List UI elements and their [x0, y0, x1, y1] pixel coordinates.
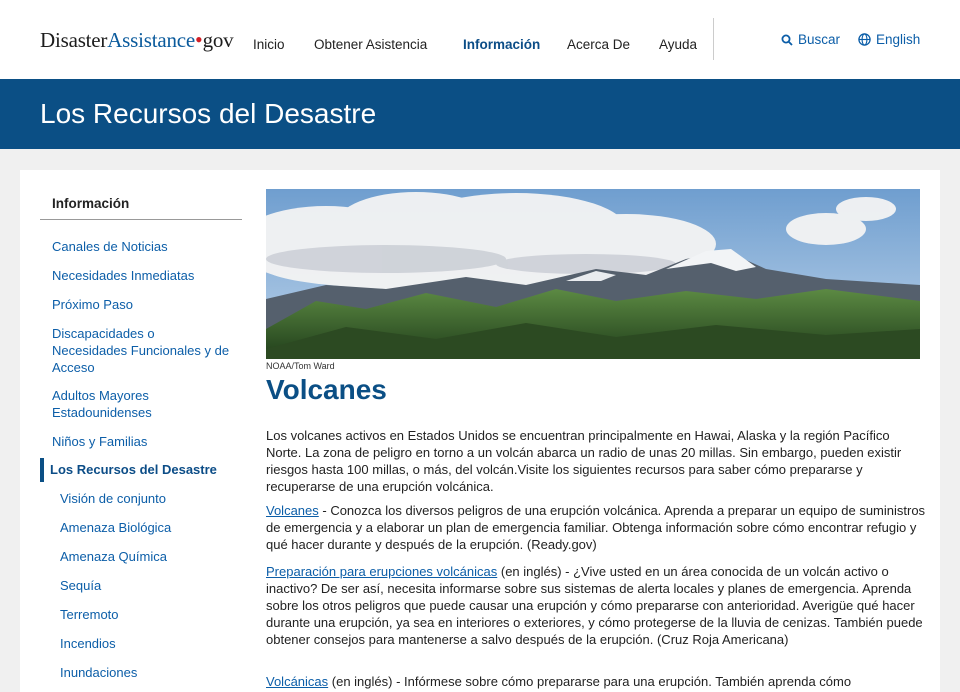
volcano-landscape-photo	[266, 189, 920, 359]
resource-description: (en inglés) - Infórmese sobre cómo prepa…	[328, 674, 852, 689]
photo-credit: NOAA/Tom Ward	[266, 361, 335, 371]
sidebar-subitem-incendios[interactable]: Incendios	[60, 635, 116, 652]
site-header: DisasterAssistance•gov Inicio Obtener As…	[0, 0, 960, 79]
sidebar-item-canales[interactable]: Canales de Noticias	[52, 238, 232, 255]
nav-obtener-asistencia[interactable]: Obtener Asistencia	[314, 37, 427, 52]
nav-informacion[interactable]: Información	[463, 37, 540, 52]
resource-link-volcanicas[interactable]: Volcánicas	[266, 674, 328, 689]
section-title: Volcanes	[266, 374, 387, 405]
resource-item: Volcanes - Conozca los diversos peligros…	[266, 502, 926, 553]
site-logo[interactable]: DisasterAssistance•gov	[40, 27, 234, 53]
resource-item: Preparación para erupciones volcánicas (…	[266, 563, 926, 648]
logo-dot: •	[195, 27, 203, 52]
sidebar-item-adultos-mayores[interactable]: Adultos Mayores Estadounidenses	[52, 387, 202, 421]
nav-ayuda[interactable]: Ayuda	[659, 37, 697, 52]
resource-item: Volcánicas (en inglés) - Infórmese sobre…	[266, 673, 926, 690]
globe-icon	[858, 33, 871, 46]
sidebar-title: Información	[52, 196, 130, 211]
search-icon	[781, 34, 793, 46]
nav-divider	[713, 18, 714, 60]
language-link[interactable]: English	[858, 32, 920, 47]
resource-description: - Conozca los diversos peligros de una e…	[266, 503, 926, 552]
sidebar-item-discapacidades[interactable]: Discapacidades o Necesidades Funcionales…	[52, 325, 230, 376]
page-banner: Los Recursos del Desastre	[0, 79, 960, 149]
page-title: Los Recursos del Desastre	[40, 98, 377, 129]
sidebar-item-ninos[interactable]: Niños y Familias	[52, 433, 232, 450]
logo-gov: gov	[202, 28, 234, 52]
sidebar-item-recursos[interactable]: Los Recursos del Desastre	[50, 461, 240, 478]
sidebar-active-indicator	[40, 458, 44, 482]
sidebar-subitem-vision[interactable]: Visión de conjunto	[60, 490, 166, 507]
sidebar-item-necesidades[interactable]: Necesidades Inmediatas	[52, 267, 232, 284]
sidebar-subitem-inundaciones[interactable]: Inundaciones	[60, 664, 137, 681]
search-link[interactable]: Buscar	[781, 32, 840, 47]
intro-paragraph: Los volcanes activos en Estados Unidos s…	[266, 428, 902, 494]
nav-acerca-de[interactable]: Acerca De	[567, 37, 630, 52]
logo-assistance: Assistance	[107, 28, 196, 52]
sidebar-subitem-terremoto[interactable]: Terremoto	[60, 606, 119, 623]
search-label: Buscar	[798, 32, 841, 47]
sidebar-divider	[40, 219, 242, 220]
language-label: English	[876, 32, 921, 47]
nav-inicio[interactable]: Inicio	[253, 37, 285, 52]
sidebar-subitem-sequia[interactable]: Sequía	[60, 577, 101, 594]
logo-disaster: Disaster	[40, 28, 108, 52]
resource-link-preparacion[interactable]: Preparación para erupciones volcánicas	[266, 564, 497, 579]
sidebar-subitem-quimica[interactable]: Amenaza Química	[60, 548, 167, 565]
resource-link-volcanes[interactable]: Volcanes	[266, 503, 319, 518]
sidebar-item-proximo-paso[interactable]: Próximo Paso	[52, 296, 232, 313]
sidebar-subitem-biologica[interactable]: Amenaza Biológica	[60, 519, 171, 536]
